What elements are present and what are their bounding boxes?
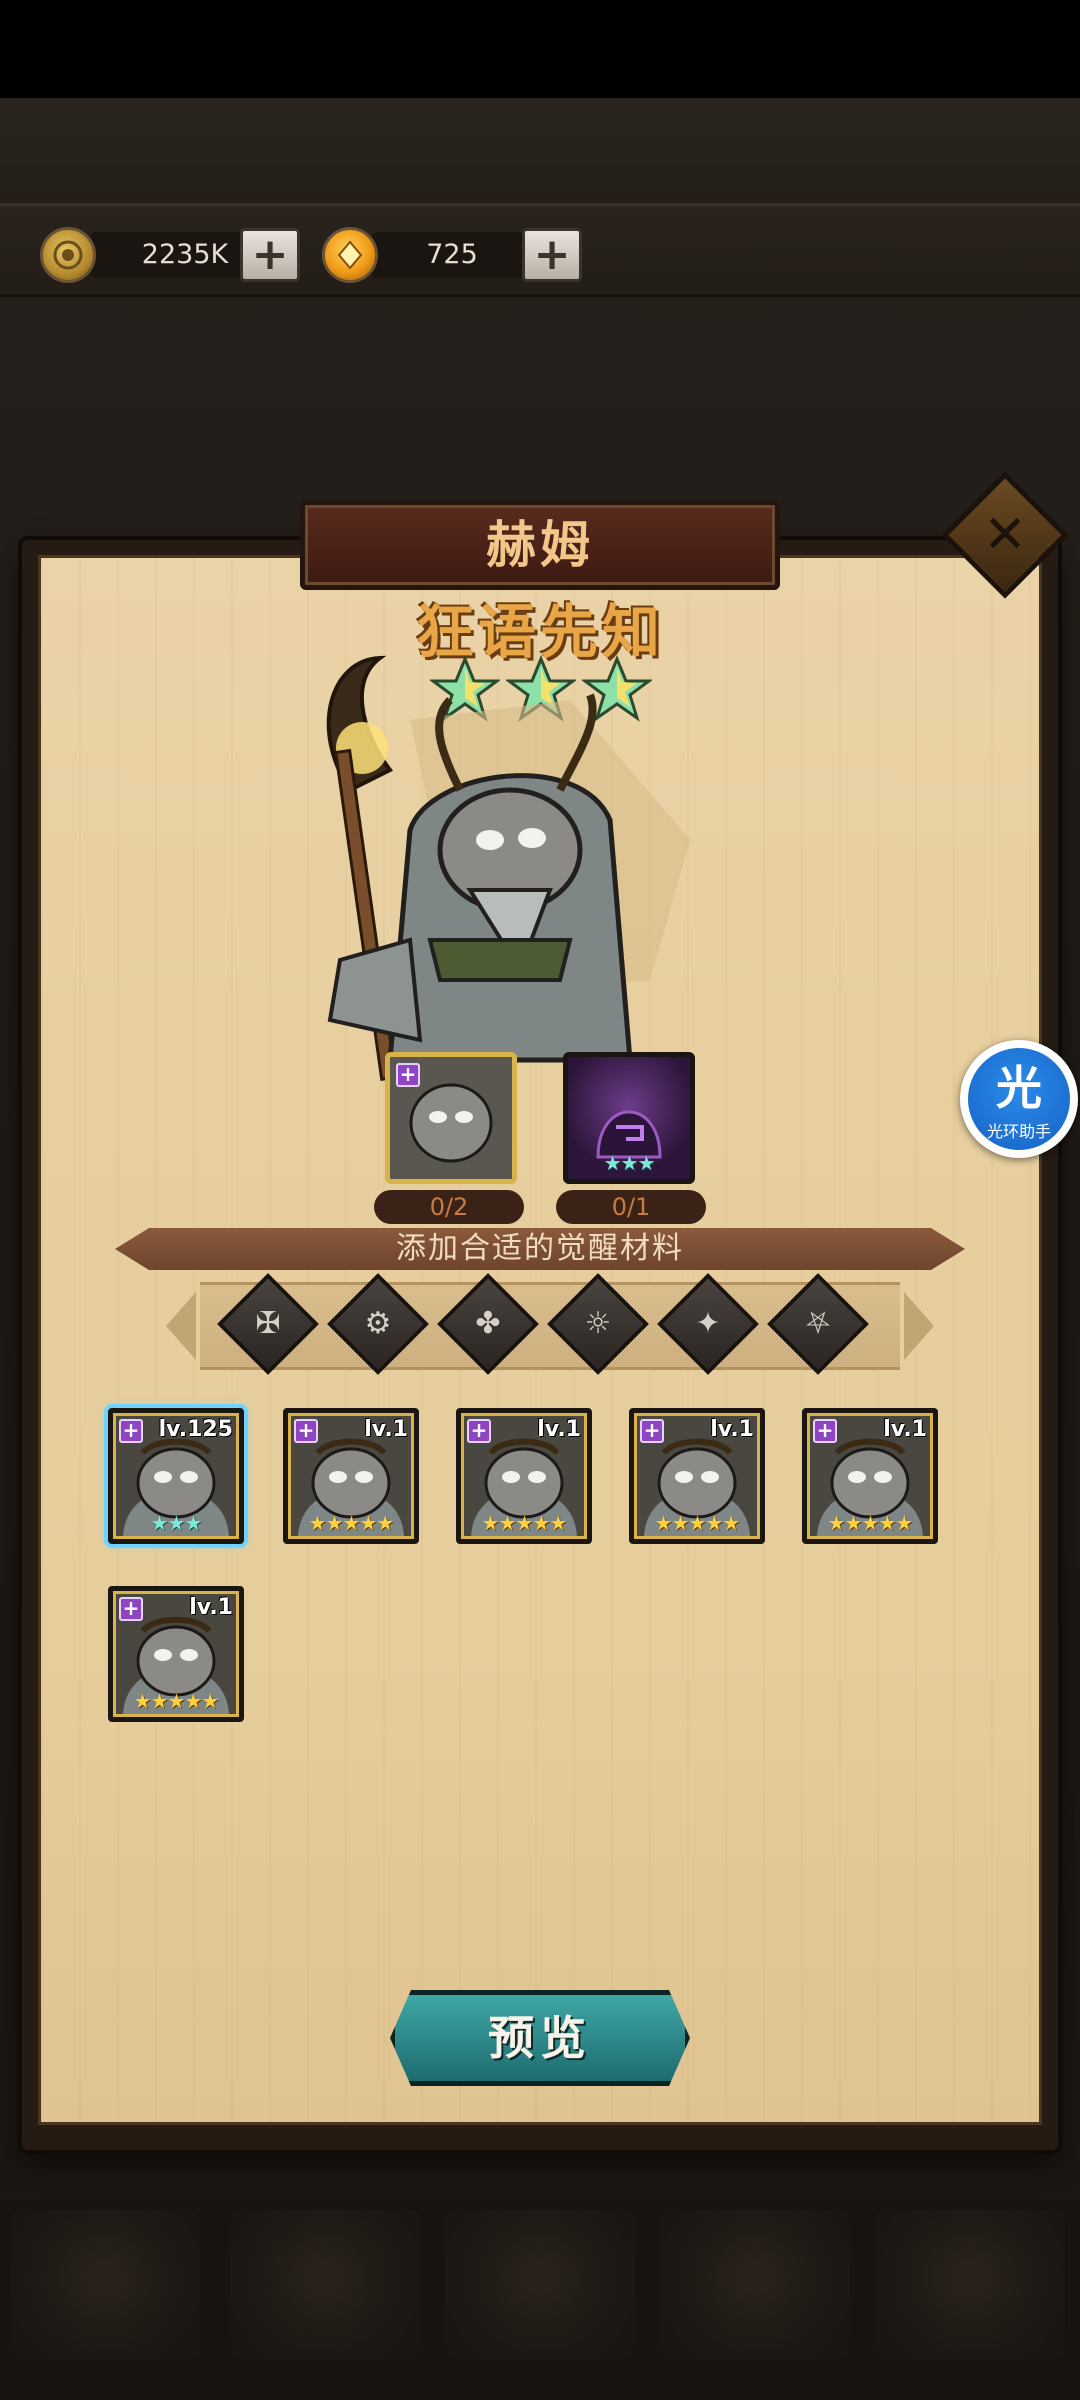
hero-card[interactable]: + lv.1 ★★★★★ (283, 1408, 419, 1544)
hero-card[interactable]: + lv.1 ★★★★★ (456, 1408, 592, 1544)
faction-3-icon[interactable]: ✤ (452, 1288, 524, 1360)
awaken-slot-generic[interactable]: ★★★ (563, 1052, 695, 1184)
hero-stars: ★★★★★ (308, 1511, 395, 1535)
slot-stars: ★★★ (603, 1151, 656, 1175)
gem-icon (322, 227, 378, 283)
hero-portrait (326, 655, 690, 1082)
hero-card[interactable]: + lv.1 ★★★★★ (108, 1586, 244, 1722)
faction-4-icon[interactable]: ☼ (562, 1288, 634, 1360)
nav-slot-2[interactable] (230, 2210, 420, 2360)
hero-card[interactable]: + lv.1 ★★★★★ (802, 1408, 938, 1544)
add-gem-button[interactable]: + (522, 228, 582, 282)
faction-5-icon[interactable]: ✦ (672, 1288, 744, 1360)
nav-slot-3[interactable] (445, 2210, 635, 2360)
faction-2-icon[interactable]: ⚙ (342, 1288, 414, 1360)
hero-card[interactable]: + lv.125 ★★★ (108, 1408, 244, 1544)
status-bar (0, 0, 1080, 98)
hero-level: lv.1 (883, 1417, 927, 1442)
top-banner-band (0, 98, 1080, 206)
plus-badge-icon: + (813, 1419, 837, 1443)
faction-6-icon[interactable]: ⛧ (782, 1288, 854, 1360)
plus-badge-icon: + (119, 1597, 143, 1621)
hero-level: lv.1 (537, 1417, 581, 1442)
hero-level: lv.125 (158, 1417, 233, 1442)
filter-left-arrow-icon (166, 1292, 196, 1360)
slot-count-hero: 0/2 (374, 1190, 524, 1224)
filter-right-arrow-icon (904, 1292, 934, 1360)
nav-slot-1[interactable] (10, 2210, 200, 2360)
slot-count-generic: 0/1 (556, 1190, 706, 1224)
nav-slot-4[interactable] (660, 2210, 850, 2360)
hero-level: lv.1 (710, 1417, 754, 1442)
plus-badge-icon: + (467, 1419, 491, 1443)
hero-stars: ★★★★★ (133, 1689, 220, 1713)
plus-badge-icon: + (396, 1063, 420, 1087)
hero-level: lv.1 (364, 1417, 408, 1442)
plus-badge-icon: + (119, 1419, 143, 1443)
close-icon[interactable]: ✕ (960, 490, 1050, 580)
assistant-glyph: 光 (996, 1061, 1042, 1115)
add-gold-button[interactable]: + (240, 228, 300, 282)
plus-badge-icon: + (640, 1419, 664, 1443)
awaken-slot-hero[interactable]: + (385, 1052, 517, 1184)
coin-icon (40, 227, 96, 283)
plus-badge-icon: + (294, 1419, 318, 1443)
faction-1-icon[interactable]: ✠ (232, 1288, 304, 1360)
hero-stars: ★★★★★ (827, 1511, 914, 1535)
material-banner-label: 添加合适的觉醒材料 (396, 1231, 684, 1266)
hero-name: 赫姆 (486, 516, 594, 574)
gem-resource: 725 (322, 224, 552, 286)
hero-stars: ★★★★★ (654, 1511, 741, 1535)
hero-card[interactable]: + lv.1 ★★★★★ (629, 1408, 765, 1544)
hero-level: lv.1 (189, 1595, 233, 1620)
assistant-label: 光环助手 (986, 1122, 1051, 1141)
gem-amount: 725 (372, 232, 532, 278)
hero-stars: ★★★ (150, 1511, 203, 1535)
hero-stars: ★★★★★ (481, 1511, 568, 1535)
preview-button-label[interactable]: 预览 (390, 1990, 690, 2086)
nav-slot-5[interactable] (875, 2210, 1065, 2360)
